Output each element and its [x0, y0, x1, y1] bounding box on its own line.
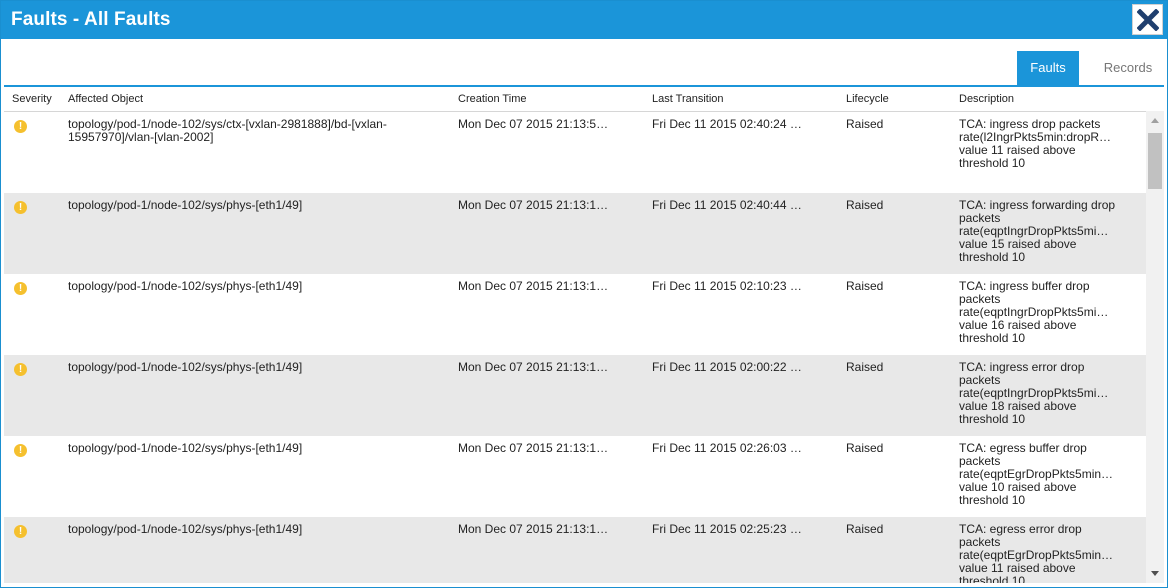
- lifecycle-cell: Raised: [846, 198, 884, 212]
- affected-object-cell: topology/pod-1/node-102/sys/phys-[eth1/4…: [68, 198, 303, 212]
- table-row[interactable]: ! topology/pod-1/node-102/sys/phys-[eth1…: [4, 274, 1146, 355]
- description-line: TCA: egress buffer drop: [959, 442, 1087, 455]
- description-line: value 10 raised above: [959, 481, 1077, 494]
- creation-time-cell: Mon Dec 07 2015 21:13:5…: [458, 118, 609, 131]
- column-header-description[interactable]: Description: [959, 93, 1014, 105]
- description-cell: TCA: ingress forwarding drop packets rat…: [959, 199, 1139, 264]
- dialog-title: Faults - All Faults: [11, 9, 171, 30]
- description-cell: TCA: egress error drop packets rate(eqpt…: [959, 523, 1139, 583]
- table-row[interactable]: ! topology/pod-1/node-102/sys/phys-[eth1…: [4, 193, 1146, 274]
- affected-object-cell: topology/pod-1/node-102/sys/phys-[eth1/4…: [68, 279, 303, 293]
- description-line: TCA: ingress error drop: [959, 361, 1085, 374]
- description-line: TCA: ingress drop packets: [959, 118, 1101, 131]
- tab-faults[interactable]: Faults: [1017, 51, 1079, 85]
- lifecycle-cell: Raised: [846, 441, 884, 455]
- description-line: rate(eqptIngrDropPkts5mi…: [959, 306, 1109, 319]
- close-icon: [1136, 8, 1159, 31]
- affected-object-cell: topology/pod-1/node-102/sys/phys-[eth1/4…: [68, 360, 303, 374]
- description-line: packets: [959, 293, 1001, 306]
- warning-icon: !: [14, 282, 27, 295]
- creation-time-cell: Mon Dec 07 2015 21:13:1…: [458, 442, 609, 455]
- description-line: threshold 10: [959, 251, 1026, 264]
- column-header-severity[interactable]: Severity: [12, 93, 52, 105]
- last-transition-cell: Fri Dec 11 2015 02:10:23 …: [652, 280, 802, 293]
- last-transition-cell: Fri Dec 11 2015 02:40:44 …: [652, 199, 802, 212]
- chevron-down-icon: [1151, 571, 1159, 576]
- description-line: TCA: ingress buffer drop: [959, 280, 1090, 293]
- description-line: value 15 raised above: [959, 238, 1077, 251]
- close-button[interactable]: [1132, 4, 1163, 35]
- table-row[interactable]: ! topology/pod-1/node-102/sys/phys-[eth1…: [4, 436, 1146, 517]
- affected-object-cell: topology/pod-1/node-102/sys/phys-[eth1/4…: [68, 522, 303, 536]
- description-line: value 11 raised above: [959, 144, 1076, 157]
- description-line: threshold 10: [959, 494, 1026, 507]
- description-line: threshold 10: [959, 575, 1026, 583]
- description-cell: TCA: ingress buffer drop packets rate(eq…: [959, 280, 1139, 345]
- affected-object-cell: topology/pod-1/node-102/sys/ctx-[vxlan-2…: [68, 117, 387, 144]
- description-line: rate(eqptIngrDropPkts5mi…: [959, 387, 1109, 400]
- warning-icon: !: [14, 363, 27, 376]
- faults-dialog: Faults - All Faults Faults Records Sever…: [0, 0, 1168, 588]
- description-line: packets: [959, 374, 1001, 387]
- scroll-up-button[interactable]: [1146, 111, 1164, 129]
- table-header: Severity Affected Object Creation Time L…: [4, 87, 1146, 112]
- last-transition-cell: Fri Dec 11 2015 02:00:22 …: [652, 361, 802, 374]
- description-line: packets: [959, 536, 1001, 549]
- creation-time-cell: Mon Dec 07 2015 21:13:1…: [458, 523, 609, 536]
- description-line: TCA: egress error drop: [959, 523, 1082, 536]
- description-line: packets: [959, 455, 1001, 468]
- description-line: TCA: ingress forwarding drop: [959, 199, 1116, 212]
- tab-strip: Faults Records: [1, 39, 1167, 85]
- column-header-lifecycle[interactable]: Lifecycle: [846, 93, 889, 105]
- affected-object-cell: topology/pod-1/node-102/sys/phys-[eth1/4…: [68, 441, 303, 455]
- faults-table: Severity Affected Object Creation Time L…: [4, 87, 1146, 583]
- description-line: rate(eqptEgrDropPkts5min…: [959, 468, 1114, 481]
- description-line: value 18 raised above: [959, 400, 1077, 413]
- description-line: rate(eqptEgrDropPkts5min…: [959, 549, 1114, 562]
- chevron-up-icon: [1151, 118, 1159, 123]
- lifecycle-cell: Raised: [846, 117, 884, 131]
- column-header-affected-object[interactable]: Affected Object: [68, 93, 143, 105]
- lifecycle-cell: Raised: [846, 522, 884, 536]
- description-line: rate(eqptIngrDropPkts5mi…: [959, 225, 1109, 238]
- description-line: value 16 raised above: [959, 319, 1077, 332]
- column-header-creation-time[interactable]: Creation Time: [458, 93, 526, 105]
- tab-records[interactable]: Records: [1089, 51, 1167, 85]
- warning-icon: !: [14, 120, 27, 133]
- warning-icon: !: [14, 201, 27, 214]
- description-line: threshold 10: [959, 332, 1026, 345]
- column-header-last-transition[interactable]: Last Transition: [652, 93, 724, 105]
- lifecycle-cell: Raised: [846, 279, 884, 293]
- description-line: threshold 10: [959, 157, 1026, 170]
- lifecycle-cell: Raised: [846, 360, 884, 374]
- creation-time-cell: Mon Dec 07 2015 21:13:1…: [458, 361, 609, 374]
- description-line: threshold 10: [959, 413, 1026, 426]
- description-cell: TCA: ingress error drop packets rate(eqp…: [959, 361, 1139, 426]
- scroll-down-button[interactable]: [1146, 565, 1164, 583]
- description-cell: TCA: egress buffer drop packets rate(eqp…: [959, 442, 1139, 507]
- creation-time-cell: Mon Dec 07 2015 21:13:1…: [458, 199, 609, 212]
- last-transition-cell: Fri Dec 11 2015 02:26:03 …: [652, 442, 802, 455]
- description-line: rate(l2IngrPkts5min:dropR…: [959, 131, 1112, 144]
- creation-time-cell: Mon Dec 07 2015 21:13:1…: [458, 280, 609, 293]
- description-cell: TCA: ingress drop packets rate(l2IngrPkt…: [959, 118, 1139, 170]
- warning-icon: !: [14, 525, 27, 538]
- last-transition-cell: Fri Dec 11 2015 02:40:24 …: [652, 118, 802, 131]
- table-row[interactable]: ! topology/pod-1/node-102/sys/phys-[eth1…: [4, 517, 1146, 583]
- description-line: packets: [959, 212, 1001, 225]
- table-row[interactable]: ! topology/pod-1/node-102/sys/ctx-[vxlan…: [4, 112, 1146, 193]
- last-transition-cell: Fri Dec 11 2015 02:25:23 …: [652, 523, 802, 536]
- scroll-thumb[interactable]: [1148, 133, 1162, 189]
- title-bar: Faults - All Faults: [1, 1, 1167, 39]
- table-row[interactable]: ! topology/pod-1/node-102/sys/phys-[eth1…: [4, 355, 1146, 436]
- description-line: value 11 raised above: [959, 562, 1076, 575]
- warning-icon: !: [14, 444, 27, 457]
- vertical-scrollbar[interactable]: [1146, 111, 1164, 583]
